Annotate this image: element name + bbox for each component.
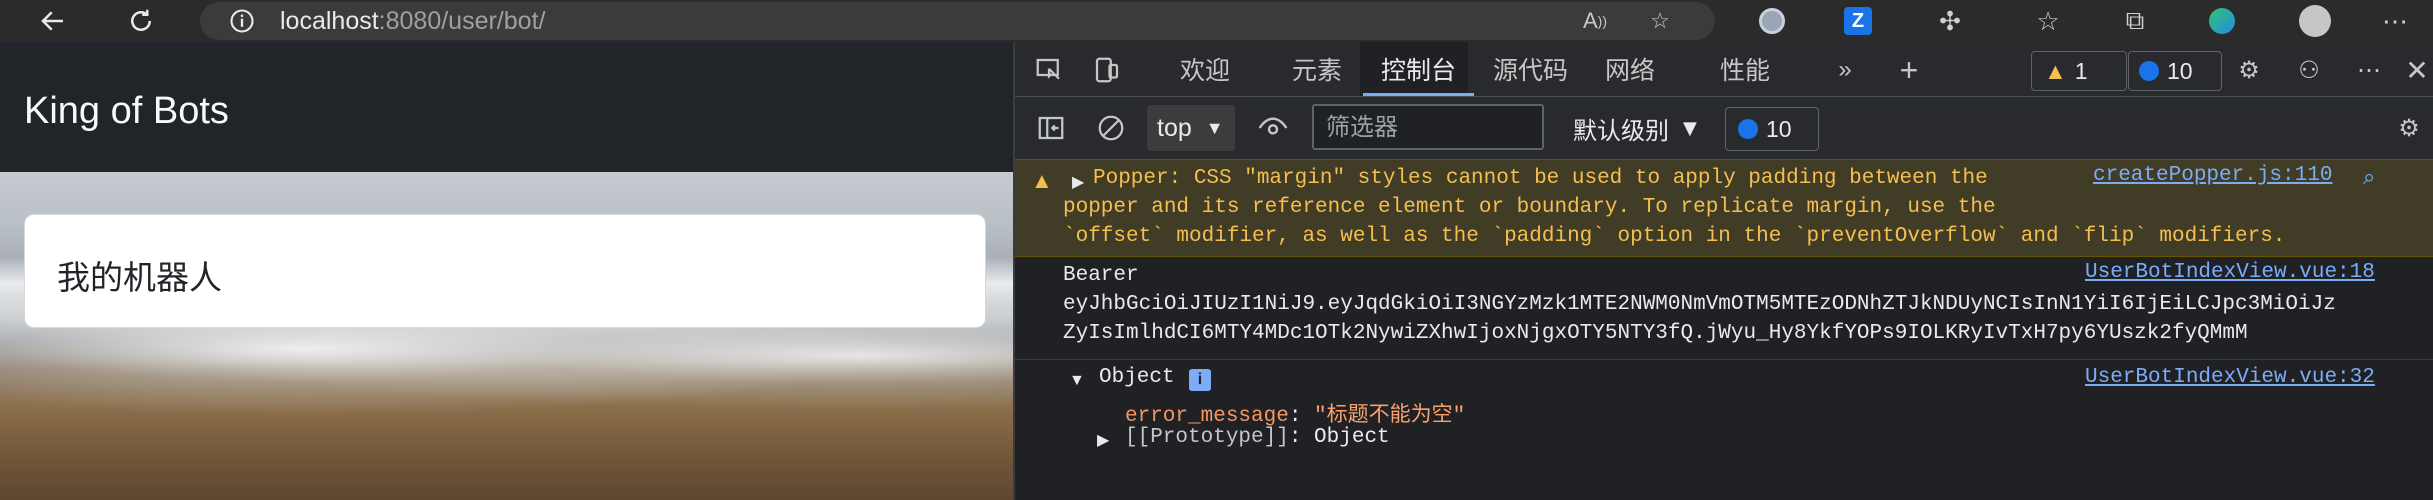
tab-sources[interactable]: 源代码 xyxy=(1493,42,1568,96)
tab-elements[interactable]: 元素 xyxy=(1292,42,1342,96)
log-bearer: Bearer xyxy=(1063,264,1139,287)
warning-triangle-icon: ▲ xyxy=(2044,57,2067,84)
close-devtools-icon[interactable]: ✕ xyxy=(2397,50,2433,90)
levels-chevron-icon: ▼ xyxy=(1683,117,1697,139)
warning-line-2: popper and its reference element or boun… xyxy=(1063,196,1996,219)
prototype-value: Object xyxy=(1314,426,1390,449)
property-key: error_message xyxy=(1125,405,1289,428)
favorites-icon[interactable]: ☆ xyxy=(2028,2,2068,40)
devtools-panel: 欢迎 元素 控制台 源代码 网络 性能 » + ▲ 1 10 ⚙ ⚇ ⋯ ✕ t… xyxy=(1013,42,2433,500)
log-token-line-1: eyJhbGciOiJIUzI1NiJ9.eyJqdGkiOiI3NGYzMzk… xyxy=(1063,293,2336,316)
property-value: "标题不能为空" xyxy=(1314,405,1466,428)
more-options-icon[interactable]: ⋯ xyxy=(2349,50,2389,90)
tab-performance[interactable]: 性能 xyxy=(1720,42,1770,96)
console-settings-gear-icon[interactable]: ⚙ xyxy=(2389,108,2429,148)
console-log-row: Bearer eyJhbGciOiJIUzI1NiJ9.eyJqdGkiOiI3… xyxy=(1015,257,2433,360)
warning-line-1: Popper: CSS "margin" styles cannot be us… xyxy=(1093,167,1988,190)
message-count-badge[interactable]: 10 xyxy=(2128,51,2222,91)
url-host: localhost xyxy=(280,6,379,35)
console-toolbar: top ▼ 默认级别 ▼ 10 ⚙ xyxy=(1015,97,2433,160)
settings-gear-icon[interactable]: ⚙ xyxy=(2229,50,2269,90)
log-token-line-2: ZyIsImlhdCI6MTY4MDc1OTk2NywiZXhwIjoxNjgx… xyxy=(1063,322,2248,345)
more-menu-icon[interactable]: ⋯ xyxy=(2375,2,2415,40)
search-icon[interactable]: ⌕ xyxy=(2363,164,2375,190)
navbar: King of Bots xyxy=(0,42,1013,172)
warning-count: 1 xyxy=(2074,57,2088,84)
expand-triangle-icon[interactable]: ▶ xyxy=(1072,172,1084,192)
url-path: :8080/user/bot/ xyxy=(378,6,546,35)
extension-circle-icon[interactable] xyxy=(1752,2,1792,40)
warning-source-link[interactable]: createPopper.js:110 xyxy=(2093,164,2332,187)
prototype-expand-icon[interactable]: ▶ xyxy=(1097,430,1109,450)
toolbar-message-count[interactable]: 10 xyxy=(1725,107,1819,151)
web-page: King of Bots 我的机器人 xyxy=(0,42,1013,500)
context-select[interactable]: top ▼ xyxy=(1147,105,1235,151)
clear-console-icon[interactable] xyxy=(1091,108,1131,148)
address-bar[interactable]: localhost:8080/user/bot/ A)) ☆ xyxy=(200,2,1715,40)
back-button[interactable] xyxy=(32,0,74,42)
extensions-puzzle-icon[interactable]: ✣ xyxy=(1930,2,1970,40)
message-bubble-icon xyxy=(2139,61,2159,81)
context-value: top xyxy=(1157,113,1192,142)
toolbar-message-count-value: 10 xyxy=(1766,115,1792,142)
tab-console[interactable]: 控制台 xyxy=(1362,42,1475,96)
browser-toolbar: localhost:8080/user/bot/ A)) ☆ Z ✣ ☆ ⧉ ⋯ xyxy=(0,0,2433,42)
console-warning-row: ▲ ▶ Popper: CSS "margin" styles cannot b… xyxy=(1015,160,2433,257)
collections-icon[interactable]: ⧉ xyxy=(2115,2,2155,40)
sidebar-toggle-icon[interactable] xyxy=(1031,108,1071,148)
prototype-key: [[Prototype]] xyxy=(1125,426,1289,449)
more-tabs-icon[interactable]: » xyxy=(1825,50,1865,90)
prototype-property[interactable]: [[Prototype]]: Object xyxy=(1125,426,1390,449)
edge-icon[interactable] xyxy=(2202,2,2242,40)
warning-line-3: `offset` modifier, as well as the `paddi… xyxy=(1063,225,2286,248)
collapse-triangle-icon[interactable]: ▼ xyxy=(1069,372,1085,390)
tab-welcome[interactable]: 欢迎 xyxy=(1180,42,1230,96)
console-filter-input[interactable] xyxy=(1312,104,1544,150)
back-arrow-icon xyxy=(41,11,63,31)
add-favorite-icon[interactable]: ☆ xyxy=(1640,2,1680,40)
devtools-tabbar: 欢迎 元素 控制台 源代码 网络 性能 » + ▲ 1 10 ⚙ ⚇ ⋯ ✕ xyxy=(1015,42,2433,97)
extension-z-icon[interactable]: Z xyxy=(1838,2,1878,40)
levels-label: 默认级别 xyxy=(1573,116,1669,145)
warning-count-badge[interactable]: ▲ 1 xyxy=(2031,51,2127,91)
add-tab-icon[interactable]: + xyxy=(1889,50,1929,90)
chevron-down-icon: ▼ xyxy=(1205,117,1224,138)
inspect-element-icon[interactable] xyxy=(1029,50,1069,90)
object-label[interactable]: Object xyxy=(1099,366,1175,389)
customize-icon[interactable]: ⚇ xyxy=(2289,50,2329,90)
refresh-button[interactable] xyxy=(120,0,162,42)
card-title: 我的机器人 xyxy=(57,258,222,297)
navbar-brand[interactable]: King of Bots xyxy=(24,90,229,133)
url-text: localhost:8080/user/bot/ xyxy=(280,7,545,36)
refresh-icon xyxy=(131,9,151,31)
device-toolbar-icon[interactable] xyxy=(1087,50,1127,90)
tab-network[interactable]: 网络 xyxy=(1605,42,1655,96)
info-icon[interactable]: i xyxy=(1189,369,1211,391)
warning-icon: ▲ xyxy=(1031,168,1053,193)
console-object-row: ▼ Object i UserBotIndexView.vue:32 error… xyxy=(1015,360,2433,500)
object-source-link[interactable]: UserBotIndexView.vue:32 xyxy=(2085,366,2375,389)
read-aloud-icon[interactable]: A)) xyxy=(1575,2,1615,40)
message-count: 10 xyxy=(2167,57,2193,84)
live-expression-eye-icon[interactable] xyxy=(1253,108,1293,148)
bot-card: 我的机器人 xyxy=(24,214,986,328)
profile-avatar[interactable] xyxy=(2295,2,2335,40)
object-property: error_message: "标题不能为空" xyxy=(1125,405,1466,428)
message-bubble-icon-2 xyxy=(1738,119,1758,139)
site-info-icon[interactable] xyxy=(228,7,256,35)
log-source-link[interactable]: UserBotIndexView.vue:18 xyxy=(2085,261,2375,284)
log-levels-dropdown[interactable]: 默认级别 ▼ xyxy=(1573,105,1697,151)
